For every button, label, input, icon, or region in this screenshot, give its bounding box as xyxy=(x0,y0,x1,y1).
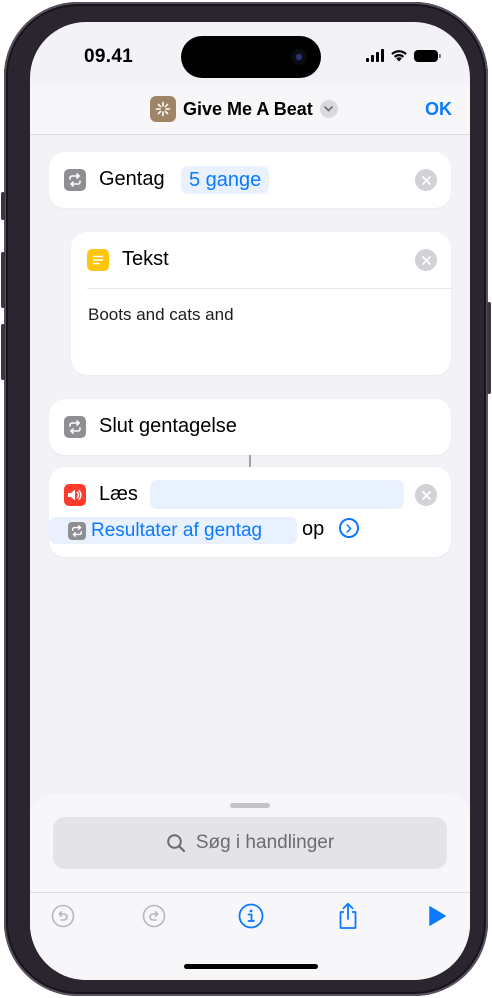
undo-icon[interactable] xyxy=(50,903,76,929)
repeat-icon xyxy=(64,169,86,191)
repeat-icon xyxy=(68,521,86,540)
speak-suffix: op xyxy=(302,518,325,540)
volume-down-button xyxy=(1,324,5,380)
nav-bar: Give Me A Beat OK xyxy=(30,84,470,135)
sheet-grabber[interactable] xyxy=(230,803,270,808)
sparkle-icon xyxy=(150,96,176,122)
text-icon xyxy=(87,249,109,271)
phone-frame: 09.41 Give Me A Beat OK Gentag 5 gange T… xyxy=(1,2,491,996)
shortcut-title-menu[interactable]: Give Me A Beat xyxy=(150,96,338,122)
remove-text-icon[interactable] xyxy=(415,249,437,271)
text-action-card[interactable]: Tekst Boots and cats and xyxy=(71,232,451,375)
chevron-down-icon[interactable] xyxy=(319,100,338,118)
chevron-right-icon[interactable] xyxy=(339,518,359,538)
speak-input-field[interactable] xyxy=(150,480,404,509)
speaker-icon xyxy=(64,484,86,506)
cellular-signal-icon xyxy=(366,49,384,62)
speak-action-card[interactable]: Læs Resultater af gentag op xyxy=(49,467,451,557)
repeat-count-token[interactable]: 5 gange xyxy=(181,166,270,194)
ok-button[interactable]: OK xyxy=(425,99,452,120)
volume-up-button xyxy=(1,252,5,308)
play-icon[interactable] xyxy=(424,903,450,929)
share-icon[interactable] xyxy=(335,902,361,929)
repeat-action-card[interactable]: Gentag 5 gange xyxy=(49,152,451,208)
info-icon[interactable] xyxy=(238,903,264,929)
repeat-results-label: Resultater af gentag xyxy=(91,519,263,541)
search-placeholder: Søg i handlinger xyxy=(195,832,335,853)
text-label: Tekst xyxy=(122,248,169,270)
action-button xyxy=(1,192,5,220)
repeat-icon xyxy=(64,416,86,438)
editor-toolbar xyxy=(30,892,470,937)
status-icons xyxy=(366,49,441,62)
side-button xyxy=(487,302,491,394)
text-content-field[interactable]: Boots and cats and xyxy=(88,305,234,325)
home-indicator[interactable] xyxy=(184,964,318,969)
actions-sheet: Søg i handlinger xyxy=(30,794,470,980)
redo-icon[interactable] xyxy=(141,903,167,929)
wifi-icon xyxy=(391,50,407,62)
remove-speak-icon[interactable] xyxy=(415,484,437,506)
remove-repeat-icon[interactable] xyxy=(415,169,437,191)
speak-label: Læs xyxy=(99,483,138,505)
battery-icon xyxy=(414,49,441,62)
dynamic-island xyxy=(181,36,321,78)
search-actions-field[interactable]: Søg i handlinger xyxy=(53,817,447,869)
shortcut-title: Give Me A Beat xyxy=(183,98,313,119)
action-connector xyxy=(249,455,251,467)
search-icon xyxy=(167,834,185,853)
repeat-results-token[interactable]: Resultater af gentag xyxy=(49,517,297,544)
screen: 09.41 Give Me A Beat OK Gentag 5 gange T… xyxy=(30,22,470,980)
card-divider xyxy=(87,288,451,289)
repeat-label: Gentag xyxy=(99,168,165,190)
end-repeat-action-card[interactable]: Slut gentagelse xyxy=(49,399,451,455)
camera-icon xyxy=(291,49,307,65)
end-repeat-label: Slut gentagelse xyxy=(99,415,237,437)
status-time: 09.41 xyxy=(84,46,134,67)
